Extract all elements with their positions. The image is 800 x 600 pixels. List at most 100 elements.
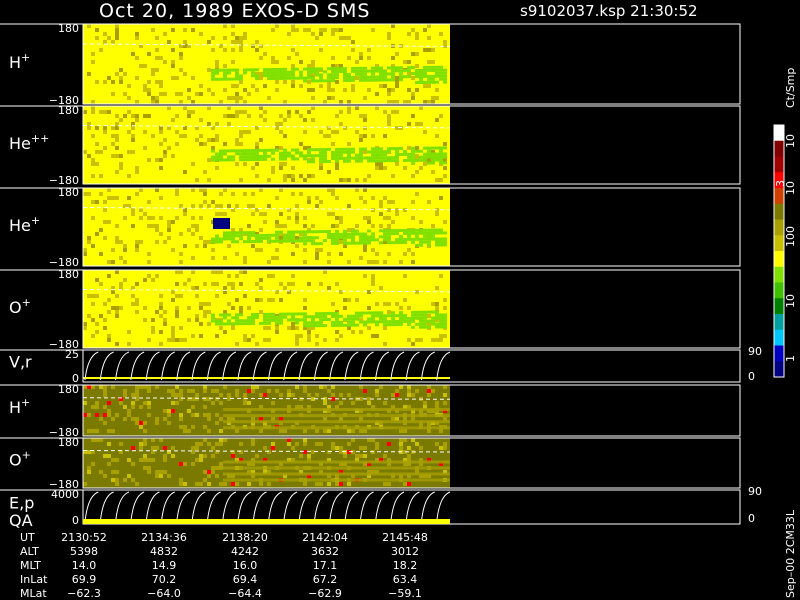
pixel <box>135 421 139 425</box>
pixel <box>391 220 395 224</box>
pixel <box>383 78 387 82</box>
pixel <box>347 320 351 324</box>
pixel <box>415 243 419 247</box>
pixel <box>279 315 283 319</box>
pixel <box>307 330 311 334</box>
pixel <box>111 458 115 462</box>
pixel <box>351 232 355 236</box>
pixel <box>419 220 423 224</box>
pixel <box>307 73 311 77</box>
pixel <box>399 69 403 73</box>
pixel <box>435 68 439 72</box>
pixel <box>347 442 351 446</box>
pixel <box>91 200 95 204</box>
pixel <box>443 298 447 302</box>
pixel <box>195 318 199 322</box>
pixel <box>171 338 175 342</box>
pixel <box>255 385 259 389</box>
pixel <box>383 326 387 330</box>
pixel <box>307 28 311 32</box>
pixel <box>339 28 343 32</box>
pixel <box>127 409 131 413</box>
curve-mark <box>268 491 283 523</box>
pixel <box>211 248 215 252</box>
pixel <box>359 314 363 318</box>
pixel <box>103 146 107 150</box>
pixel <box>263 312 267 316</box>
pixel <box>279 130 283 134</box>
pixel <box>367 75 371 79</box>
pixel <box>251 334 255 338</box>
pixel <box>115 294 119 298</box>
pixel <box>359 256 363 260</box>
pixel <box>391 200 395 204</box>
pixel <box>151 100 155 104</box>
pixel <box>331 96 335 100</box>
pixel <box>231 96 235 100</box>
pixel <box>159 302 163 306</box>
pixel <box>231 40 235 44</box>
pixel <box>135 389 139 393</box>
pixel <box>355 323 359 327</box>
pixel <box>127 174 131 178</box>
panel-label: H+ <box>9 396 30 417</box>
pixel <box>263 157 267 161</box>
pixel <box>359 78 363 82</box>
pixel <box>363 389 367 393</box>
pixel <box>187 306 191 310</box>
pixel <box>287 56 291 60</box>
pixel <box>231 231 235 235</box>
pixel <box>203 240 207 244</box>
pixel <box>411 146 415 150</box>
pixel <box>315 321 319 325</box>
pixel <box>443 142 447 146</box>
pixel <box>235 36 239 40</box>
pixel <box>251 74 255 78</box>
pixel <box>271 318 275 322</box>
pixel <box>291 236 295 240</box>
pixel <box>431 237 435 241</box>
pixel <box>259 188 263 192</box>
pixel <box>355 224 359 228</box>
pixel <box>203 454 207 458</box>
pixel <box>363 178 367 182</box>
pixel <box>175 393 179 397</box>
pixel <box>131 401 135 405</box>
pixel <box>303 146 307 150</box>
pixel <box>383 110 387 114</box>
pixel <box>427 234 431 238</box>
pixel <box>307 154 311 158</box>
pixel <box>339 290 343 294</box>
pixel <box>215 122 219 126</box>
pixel <box>87 72 91 76</box>
pixel <box>367 238 371 242</box>
pixel <box>311 224 315 228</box>
pixel <box>215 270 219 274</box>
pixel <box>427 240 431 244</box>
curve-mark <box>191 351 206 381</box>
pixel <box>171 446 175 450</box>
pixel <box>179 482 183 486</box>
pixel <box>131 294 135 298</box>
pixel <box>431 158 435 162</box>
pixel <box>227 77 231 81</box>
pixel <box>411 66 415 70</box>
pixel <box>83 252 87 256</box>
pixel <box>415 64 419 68</box>
pixel <box>187 409 191 413</box>
pixel <box>103 474 107 478</box>
pixel <box>327 233 331 237</box>
pixel <box>331 302 335 306</box>
pixel <box>371 317 375 321</box>
pixel <box>215 282 219 286</box>
pixel <box>239 270 243 274</box>
pixel <box>431 152 435 156</box>
pixel <box>171 389 175 393</box>
pixel <box>375 323 379 327</box>
pixel <box>367 156 371 160</box>
pixel <box>179 52 183 56</box>
pixel <box>351 66 355 70</box>
pixel <box>295 151 299 155</box>
pixel <box>227 322 231 326</box>
pixel <box>323 134 327 138</box>
